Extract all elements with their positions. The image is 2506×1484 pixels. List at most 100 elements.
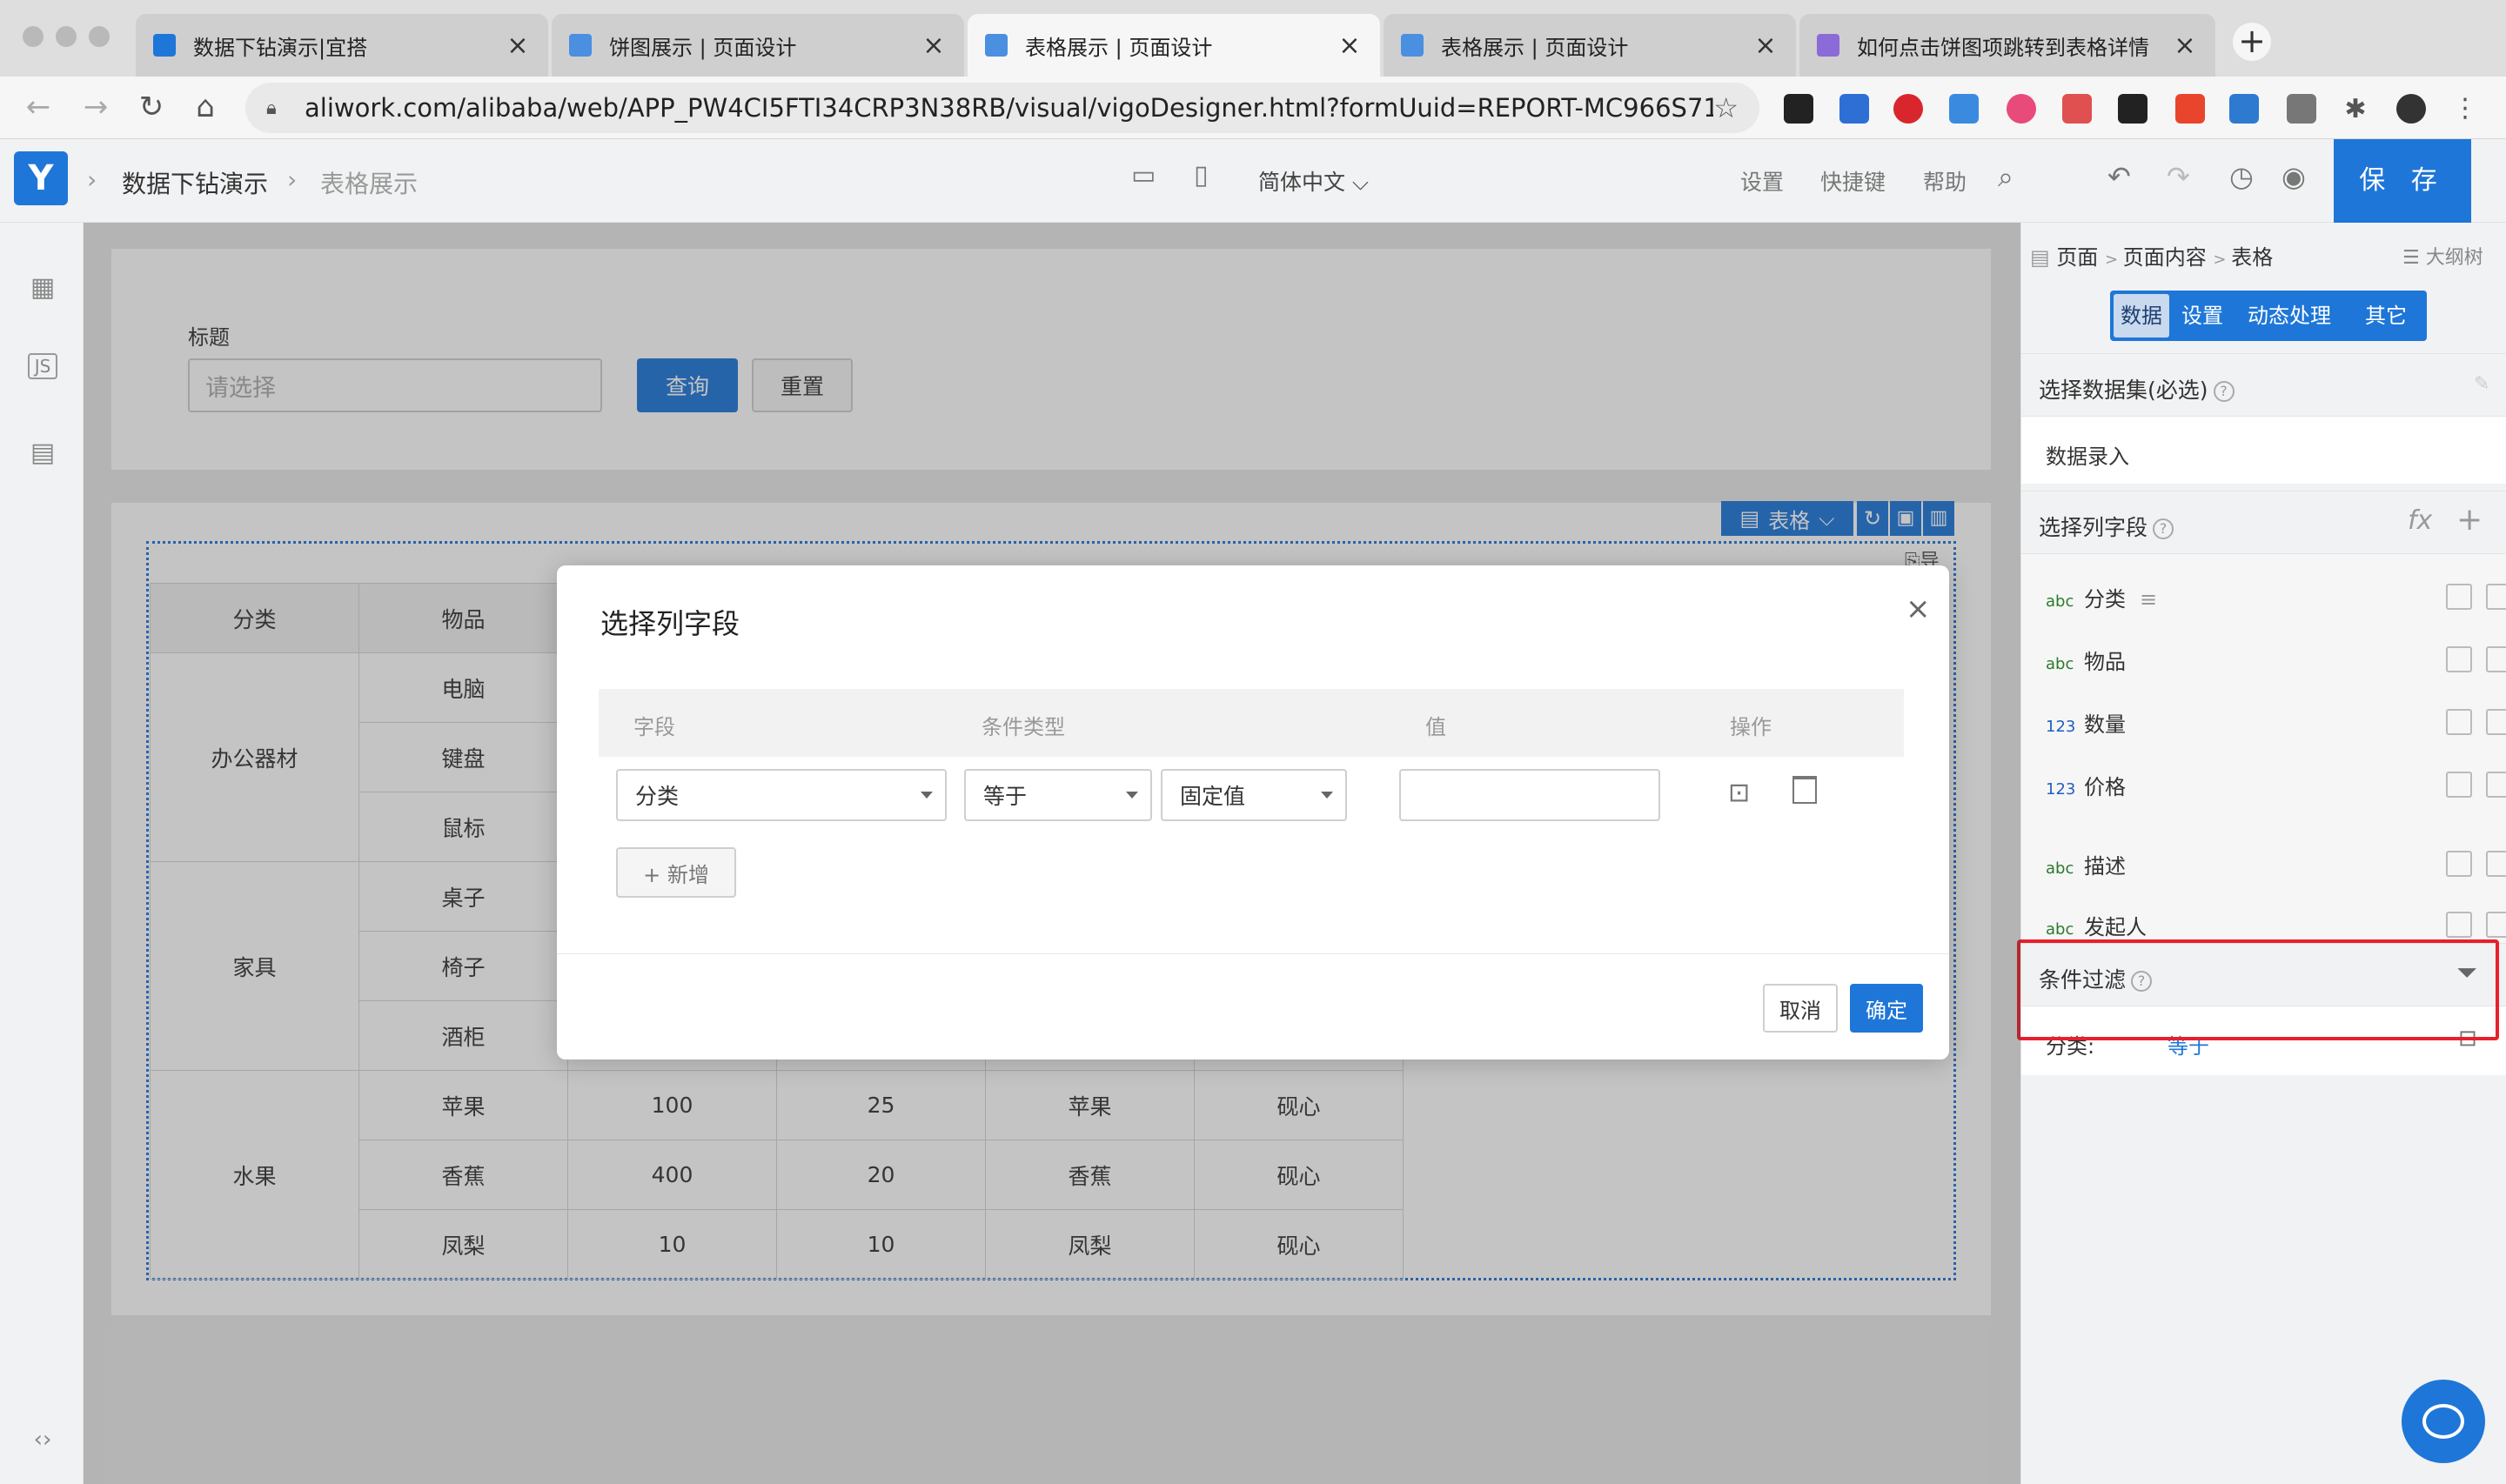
settings-link[interactable]: 设置 <box>1740 165 1784 197</box>
edit-pencil-icon[interactable]: ✎ <box>2474 373 2489 395</box>
trash-icon[interactable] <box>2486 851 2506 877</box>
edit-icon[interactable] <box>2446 851 2472 877</box>
trash-icon[interactable] <box>2486 709 2506 735</box>
breadcrumb-table[interactable]: 表格 <box>2231 245 2273 270</box>
tab-close-icon[interactable]: × <box>1752 30 1779 61</box>
tab-close-icon[interactable]: × <box>505 30 531 61</box>
tab-close-icon[interactable]: × <box>921 30 947 61</box>
condition-select[interactable]: 等于 <box>964 769 1152 821</box>
js-code-icon[interactable]: JS <box>28 353 57 379</box>
edit-icon[interactable] <box>2446 584 2472 610</box>
column-field-item[interactable]: abc 物品 <box>2046 645 2506 679</box>
home-icon[interactable]: ⌂ <box>184 87 226 129</box>
new-tab-button[interactable]: + <box>2233 23 2271 61</box>
breadcrumb-page[interactable]: 页面 <box>2056 245 2098 270</box>
edit-icon[interactable] <box>2446 772 2472 798</box>
close-icon[interactable]: × <box>1906 592 1931 626</box>
tree-extension-icon[interactable] <box>2062 94 2092 124</box>
app-name[interactable]: 数据下钻演示 <box>122 165 268 200</box>
edit-icon[interactable] <box>2446 912 2472 938</box>
outline-tree-button[interactable]: ☰ 大纲树 <box>2402 242 2483 270</box>
edit-icon[interactable] <box>2446 646 2472 672</box>
tab-other[interactable]: 其它 <box>2355 294 2416 338</box>
cb-extension-icon[interactable] <box>2118 94 2148 124</box>
browser-tab[interactable]: 如何点击饼图项跳转到表格详情 × <box>1799 14 2215 77</box>
browser-tab[interactable]: 数据下钻演示|宜搭 × <box>136 14 548 77</box>
pin-extension-icon[interactable] <box>2175 94 2205 124</box>
cancel-button[interactable]: 取消 <box>1763 984 1838 1033</box>
shortcuts-link[interactable]: 快捷键 <box>1820 165 1886 197</box>
tab-data[interactable]: 数据 <box>2114 294 2169 338</box>
help-link[interactable]: 帮助 <box>1923 165 1967 197</box>
value-input[interactable] <box>1399 769 1660 821</box>
tab-settings[interactable]: 设置 <box>2178 294 2227 338</box>
window-close-dot[interactable] <box>23 26 44 47</box>
fe-extension-icon[interactable] <box>1893 94 1923 124</box>
help-chat-button[interactable] <box>2402 1380 2485 1463</box>
column-field-item[interactable]: 123 价格 <box>2046 770 2506 805</box>
column-field-item[interactable]: abc 描述 <box>2046 849 2506 884</box>
window-zoom-dot[interactable] <box>89 26 110 47</box>
field-type: abc <box>2046 859 2074 878</box>
address-bar[interactable]: 🔒︎ aliwork.com/alibaba/web/APP_PW4CI5FTI… <box>245 83 1759 133</box>
add-condition-button[interactable]: + 新增 <box>616 847 736 898</box>
reload-icon[interactable]: ↻ <box>131 87 172 129</box>
field-name: 发起人 <box>2084 915 2147 939</box>
tab-close-icon[interactable]: × <box>2172 30 2198 61</box>
desktop-view-icon[interactable]: ▭ <box>1131 160 1156 191</box>
search-icon[interactable]: ⌕ <box>1998 160 2014 194</box>
profile-avatar[interactable] <box>2396 94 2426 124</box>
yida-logo-icon[interactable]: Y <box>14 151 68 205</box>
qr-extension-icon[interactable] <box>1784 94 1813 124</box>
preview-eye-icon[interactable]: ◉ <box>2282 160 2306 193</box>
designer-favicon-icon <box>985 34 1008 57</box>
trash-icon[interactable] <box>2486 912 2506 938</box>
puzzle-extensions-icon[interactable]: ✱ <box>2341 94 2370 124</box>
more-menu-icon[interactable]: ⋮ <box>2450 94 2480 124</box>
undo-icon[interactable]: ↶ <box>2107 160 2131 193</box>
trash-icon[interactable] <box>2486 772 2506 798</box>
column-field-item[interactable]: 123 数量 <box>2046 707 2506 742</box>
forward-arrow-icon[interactable]: → <box>75 87 117 129</box>
tab-dynamic[interactable]: 动态处理 <box>2234 294 2345 338</box>
trash-icon[interactable] <box>1792 776 1817 804</box>
help-icon[interactable]: ? <box>2213 381 2235 402</box>
page-file-icon[interactable]: ▤ <box>26 437 59 470</box>
window-minimize-dot[interactable] <box>56 26 77 47</box>
field-type: abc <box>2046 592 2074 611</box>
edit-icon[interactable] <box>2446 709 2472 735</box>
field-select[interactable]: 分类 <box>616 769 947 821</box>
add-column-icon[interactable]: + <box>2456 502 2483 538</box>
components-grid-icon[interactable]: ▦ <box>26 271 59 304</box>
trash-icon[interactable] <box>2486 646 2506 672</box>
code-toggle-icon[interactable]: ‹› <box>26 1423 59 1456</box>
color-extension-icon[interactable] <box>2007 94 2036 124</box>
language-select[interactable]: 简体中文 ⌵ <box>1258 165 1369 197</box>
formula-fx-icon[interactable]: fx <box>2408 505 2432 536</box>
s-extension-icon[interactable] <box>2229 94 2259 124</box>
save-button[interactable]: 保 存 <box>2334 139 2471 223</box>
dataset-value-row[interactable]: 数据录入 <box>2021 416 2506 484</box>
browser-tab[interactable]: 表格展示 | 页面设计 × <box>1384 14 1796 77</box>
tab-close-icon[interactable]: × <box>1337 30 1363 61</box>
caret-down-icon <box>1126 792 1138 799</box>
pocket-extension-icon[interactable] <box>1839 94 1869 124</box>
mobile-view-icon[interactable]: ▯ <box>1194 160 1209 191</box>
bookmark-star-icon[interactable]: ☆ <box>1713 91 1739 124</box>
history-icon[interactable]: ◷ <box>2229 160 2254 193</box>
column-field-item[interactable]: abc 分类 ≡ <box>2046 582 2506 617</box>
cookie-extension-icon[interactable] <box>2287 94 2316 124</box>
redo-icon[interactable]: ↷ <box>2167 160 2190 193</box>
browser-tab[interactable]: 饼图展示 | 页面设计 × <box>552 14 964 77</box>
breadcrumb-content[interactable]: 页面内容 <box>2123 245 2207 270</box>
off-extension-icon[interactable] <box>1949 94 1979 124</box>
unlock-icon[interactable]: ⊡ <box>1728 778 1750 808</box>
help-icon[interactable]: ? <box>2153 518 2174 539</box>
confirm-button[interactable]: 确定 <box>1850 984 1923 1033</box>
back-arrow-icon[interactable]: ← <box>17 87 59 129</box>
col-header-field: 字段 <box>633 715 675 739</box>
sort-icon[interactable]: ≡ <box>2140 587 2157 612</box>
browser-tab-active[interactable]: 表格展示 | 页面设计 × <box>968 14 1380 77</box>
value-type-select[interactable]: 固定值 <box>1161 769 1347 821</box>
trash-icon[interactable] <box>2486 584 2506 610</box>
